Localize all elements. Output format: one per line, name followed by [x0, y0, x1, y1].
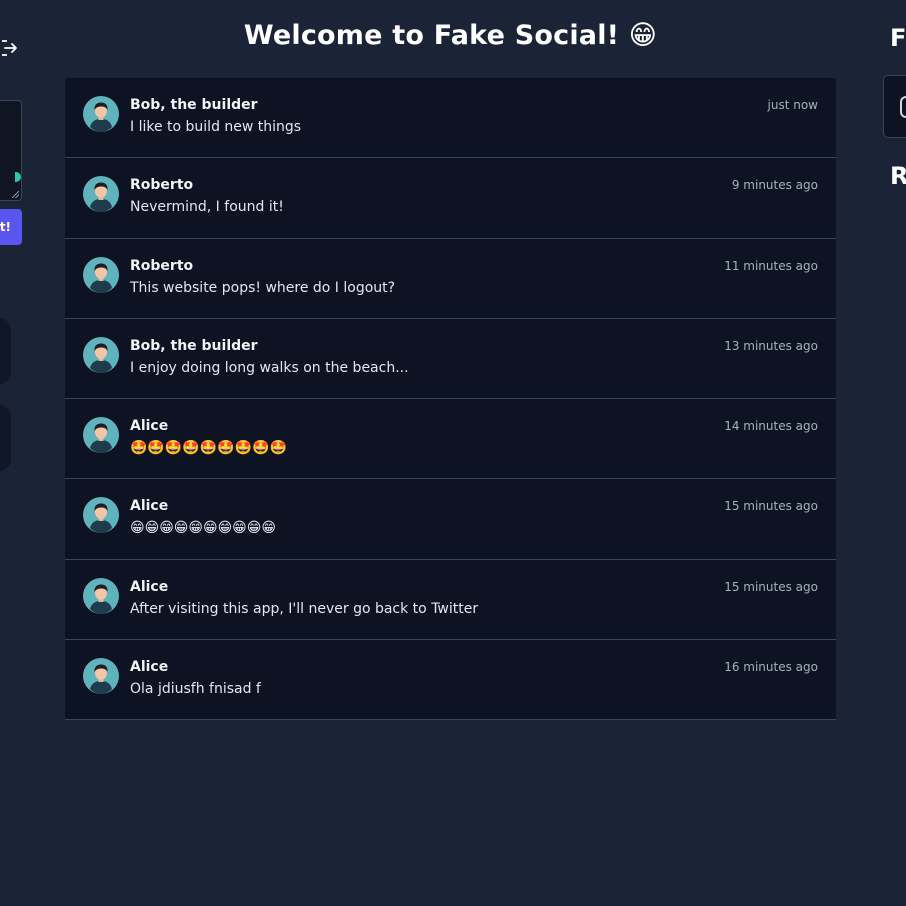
post-timestamp: 16 minutes ago	[724, 659, 818, 674]
post-timestamp: 15 minutes ago	[724, 499, 818, 514]
post-content: 😁😁😁😁😁😁😁😁😁😁	[130, 520, 276, 537]
post-button-label: Post!	[0, 220, 11, 234]
post-author[interactable]: Roberto	[130, 177, 193, 193]
right-section-heading: F	[890, 24, 906, 52]
post-author[interactable]: Bob, the builder	[130, 97, 258, 113]
user-avatar-icon[interactable]	[83, 256, 119, 293]
post-author[interactable]: Roberto	[130, 258, 193, 274]
right-panel-card[interactable]	[883, 75, 906, 138]
post-timestamp: 14 minutes ago	[724, 419, 818, 433]
logout-icon[interactable]	[0, 38, 18, 58]
post-button[interactable]: Post!	[0, 209, 22, 245]
user-avatar-icon[interactable]	[83, 657, 119, 694]
page-title: Welcome to Fake Social! 😁	[243, 20, 658, 51]
post-content: I like to build new things	[130, 119, 302, 135]
post-author[interactable]: Alice	[130, 579, 168, 595]
post-content: After visiting this app, I'll never go b…	[130, 600, 479, 617]
post-item[interactable]: Bob, the builder I enjoy doing long walk…	[65, 319, 836, 399]
post-author[interactable]: Alice	[130, 498, 168, 514]
post-timestamp: 9 minutes ago	[731, 178, 818, 193]
user-avatar-icon[interactable]	[83, 417, 119, 453]
right-section-heading: R	[890, 162, 906, 190]
user-avatar-icon[interactable]	[83, 497, 119, 534]
left-nav-card[interactable]	[0, 405, 11, 471]
post-timestamp: 15 minutes ago	[724, 579, 818, 594]
compose-textarea[interactable]	[0, 100, 22, 201]
post-content: This website pops! where do I logout?	[130, 279, 396, 296]
post-author[interactable]: Alice	[130, 418, 168, 434]
post-content: 🤩🤩🤩🤩🤩🤩🤩🤩🤩	[130, 440, 287, 456]
user-avatar-icon[interactable]	[83, 336, 119, 373]
post-author[interactable]: Alice	[130, 659, 168, 675]
post-timestamp: 11 minutes ago	[724, 258, 818, 273]
post-content: I enjoy doing long walks on the beach...	[130, 359, 409, 376]
emoji-picker-icon[interactable]	[15, 172, 21, 182]
post-item[interactable]: Alice 🤩🤩🤩🤩🤩🤩🤩🤩🤩 14 minutes ago	[65, 399, 836, 480]
post-feed: Bob, the builder I like to build new thi…	[65, 78, 836, 720]
resize-grip-icon[interactable]	[12, 191, 19, 198]
post-item[interactable]: Alice Ola jdiusfh fnisad f 16 minutes ag…	[65, 640, 836, 720]
user-avatar-icon[interactable]	[83, 176, 119, 213]
post-timestamp: 13 minutes ago	[724, 338, 818, 353]
right-panel-icon	[900, 96, 906, 118]
post-item[interactable]: Alice 😁😁😁😁😁😁😁😁😁😁 15 minutes ago	[65, 479, 836, 560]
post-content: Ola jdiusfh fnisad f	[130, 680, 261, 697]
post-timestamp: just now	[767, 98, 818, 112]
post-content: Nevermind, I found it!	[130, 199, 284, 216]
post-item[interactable]: Alice After visiting this app, I'll neve…	[65, 560, 836, 640]
user-avatar-icon[interactable]	[83, 577, 119, 614]
app-page: Post! Welcome to Fake Social! 😁 Bob, the…	[0, 0, 906, 906]
post-item[interactable]: Roberto This website pops! where do I lo…	[65, 239, 836, 319]
post-item[interactable]: Bob, the builder I like to build new thi…	[65, 78, 836, 159]
left-nav-card[interactable]	[0, 318, 11, 384]
post-author[interactable]: Bob, the builder	[130, 338, 258, 354]
post-item[interactable]: Roberto Nevermind, I found it! 9 minutes…	[65, 158, 836, 239]
user-avatar-icon[interactable]	[83, 96, 119, 132]
